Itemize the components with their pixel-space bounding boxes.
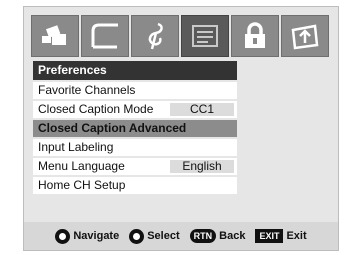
nav-exit: EXIT Exit — [255, 229, 307, 243]
nav-back: RTN Back — [189, 229, 246, 243]
preferences-menu: Preferences Favorite Channels Closed Cap… — [33, 61, 237, 194]
navigation-help-bar: Navigate Select RTN Back EXIT Exit — [24, 222, 338, 250]
menu-item-home-ch-setup[interactable]: Home CH Setup — [33, 177, 237, 194]
back-label: Back — [219, 230, 246, 242]
lock-icon[interactable] — [231, 15, 279, 57]
nav-navigate: Navigate — [55, 228, 120, 244]
preferences-icon[interactable] — [181, 15, 229, 57]
menu-item-input-labeling[interactable]: Input Labeling — [33, 139, 237, 156]
exit-key-icon: EXIT — [255, 229, 284, 243]
menu-item-label: Closed Caption Advanced — [38, 121, 187, 135]
picture-icon[interactable] — [31, 15, 79, 57]
select-label: Select — [147, 230, 180, 242]
menu-item-menu-language[interactable]: Menu Language English — [33, 158, 237, 175]
select-button-icon — [129, 228, 145, 244]
menu-item-label: Input Labeling — [38, 140, 114, 154]
menu-item-label: Favorite Channels — [38, 83, 136, 97]
menu-item-closed-caption-advanced[interactable]: Closed Caption Advanced — [33, 120, 237, 137]
navigate-label: Navigate — [73, 230, 120, 242]
audio-note-icon[interactable] — [131, 15, 179, 57]
menu-item-label: Menu Language — [38, 159, 125, 173]
menu-item-label: Closed Caption Mode — [38, 102, 154, 116]
closed-caption-mode-value[interactable]: CC1 — [170, 103, 234, 116]
sound-icon[interactable] — [81, 15, 129, 57]
exit-label: Exit — [286, 230, 307, 242]
navigate-pad-icon — [55, 228, 71, 244]
menu-item-label: Home CH Setup — [38, 178, 126, 192]
setup-icon[interactable] — [281, 15, 329, 57]
tv-menu-screen: Preferences Favorite Channels Closed Cap… — [23, 6, 339, 251]
menu-icon-bar — [31, 15, 331, 57]
menu-item-favorite-channels[interactable]: Favorite Channels — [33, 82, 237, 99]
nav-select: Select — [129, 228, 180, 244]
menu-item-closed-caption-mode[interactable]: Closed Caption Mode CC1 — [33, 101, 237, 118]
menu-language-value[interactable]: English — [170, 160, 234, 173]
rtn-key-icon: RTN — [189, 229, 217, 243]
menu-title: Preferences — [33, 61, 237, 80]
